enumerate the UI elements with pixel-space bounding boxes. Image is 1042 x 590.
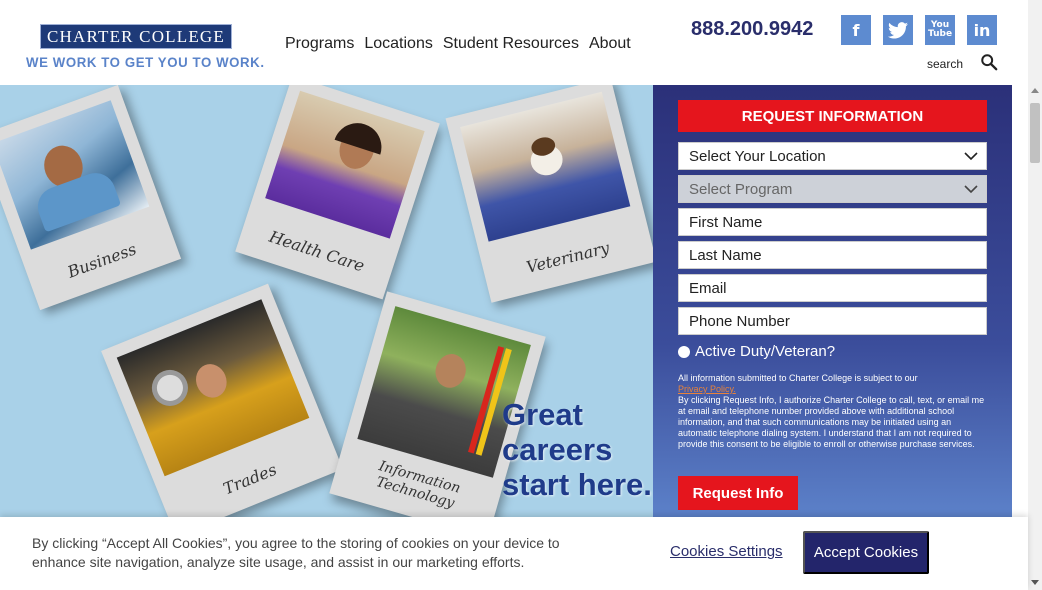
program-select[interactable]: Select Program — [678, 175, 987, 203]
trades-photo-image — [116, 299, 310, 477]
scroll-up-arrow[interactable] — [1031, 88, 1039, 93]
veteran-radio[interactable] — [678, 345, 690, 358]
first-name-placeholder: First Name — [689, 213, 763, 231]
nav-about[interactable]: About — [589, 35, 631, 53]
request-info-button[interactable]: Request Info — [678, 476, 798, 510]
chevron-down-icon — [964, 152, 978, 161]
page: CHARTER COLLEGE WE WORK TO GET YOU TO WO… — [0, 0, 1042, 590]
legal-disclaimer: All information submitted to Charter Col… — [678, 373, 988, 450]
tagline: WE WORK TO GET YOU TO WORK. — [26, 55, 265, 70]
search-label[interactable]: search — [927, 57, 963, 71]
last-name-placeholder: Last Name — [689, 246, 762, 264]
form-title: REQUEST INFORMATION — [678, 100, 987, 132]
twitter-icon[interactable] — [883, 15, 913, 45]
first-name-field[interactable]: First Name — [678, 208, 987, 236]
veteran-label: Active Duty/Veteran? — [695, 343, 836, 360]
linkedin-glyph: in — [973, 20, 991, 40]
veterinary-photo-image — [460, 91, 631, 242]
photo-business: Business — [0, 85, 182, 311]
accept-cookies-button[interactable]: Accept Cookies — [803, 531, 929, 574]
business-photo-image — [0, 100, 150, 250]
facebook-glyph: f — [852, 20, 860, 40]
hero-slogan: Great careers start here. — [502, 397, 652, 502]
phone-placeholder: Phone Number — [689, 312, 790, 330]
legal-body: By clicking Request Info, I authorize Ch… — [678, 395, 985, 449]
legal-intro: All information submitted to Charter Col… — [678, 373, 918, 383]
program-select-value: Select Program — [689, 180, 793, 198]
last-name-field[interactable]: Last Name — [678, 241, 987, 269]
phone-field[interactable]: Phone Number — [678, 307, 987, 335]
slogan-line-2: careers — [502, 432, 613, 467]
phone-number[interactable]: 888.200.9942 — [691, 18, 813, 41]
health-care-photo-image — [265, 90, 425, 239]
nav-locations[interactable]: Locations — [364, 35, 433, 53]
social-links: f You Tube in — [841, 15, 997, 45]
hero-banner: Business Health Care Veterinary Trades I… — [0, 85, 653, 517]
privacy-policy-link[interactable]: Privacy Policy. — [678, 384, 988, 395]
location-select-value: Select Your Location — [689, 147, 826, 165]
site-header: CHARTER COLLEGE WE WORK TO GET YOU TO WO… — [0, 0, 1028, 85]
scrollbar[interactable] — [1028, 85, 1042, 590]
photo-veterinary: Veterinary — [445, 85, 653, 303]
logo[interactable]: CHARTER COLLEGE — [40, 24, 232, 49]
facebook-icon[interactable]: f — [841, 15, 871, 45]
slogan-line-3: start here. — [502, 467, 652, 502]
youtube-icon[interactable]: You Tube — [925, 15, 955, 45]
request-info-form: REQUEST INFORMATION Select Your Location… — [653, 85, 1012, 517]
location-select[interactable]: Select Your Location — [678, 142, 987, 170]
cookie-message: By clicking “Accept All Cookies”, you ag… — [32, 535, 560, 570]
photo-health-care: Health Care — [235, 85, 440, 300]
nav-student-resources[interactable]: Student Resources — [443, 35, 579, 53]
scrollbar-top — [1028, 0, 1042, 85]
search-icon[interactable] — [980, 53, 998, 71]
scroll-thumb[interactable] — [1030, 103, 1040, 163]
logo-text: CHARTER COLLEGE — [47, 26, 225, 46]
slogan-line-1: Great — [502, 397, 583, 432]
cookies-settings-link[interactable]: Cookies Settings — [670, 543, 783, 560]
email-field[interactable]: Email — [678, 274, 987, 302]
photo-trades: Trades — [101, 283, 343, 517]
chevron-down-icon — [964, 185, 978, 194]
nav-programs[interactable]: Programs — [285, 35, 354, 53]
cookie-banner: By clicking “Accept All Cookies”, you ag… — [0, 517, 1028, 590]
linkedin-icon[interactable]: in — [967, 15, 997, 45]
youtube-glyph: You Tube — [927, 20, 953, 39]
scroll-down-arrow[interactable] — [1031, 580, 1039, 585]
twitter-bird-icon — [888, 21, 908, 38]
main-nav: Programs Locations Student Resources Abo… — [285, 35, 631, 53]
veteran-checkbox[interactable]: Active Duty/Veteran? — [678, 343, 835, 360]
email-placeholder: Email — [689, 279, 727, 297]
